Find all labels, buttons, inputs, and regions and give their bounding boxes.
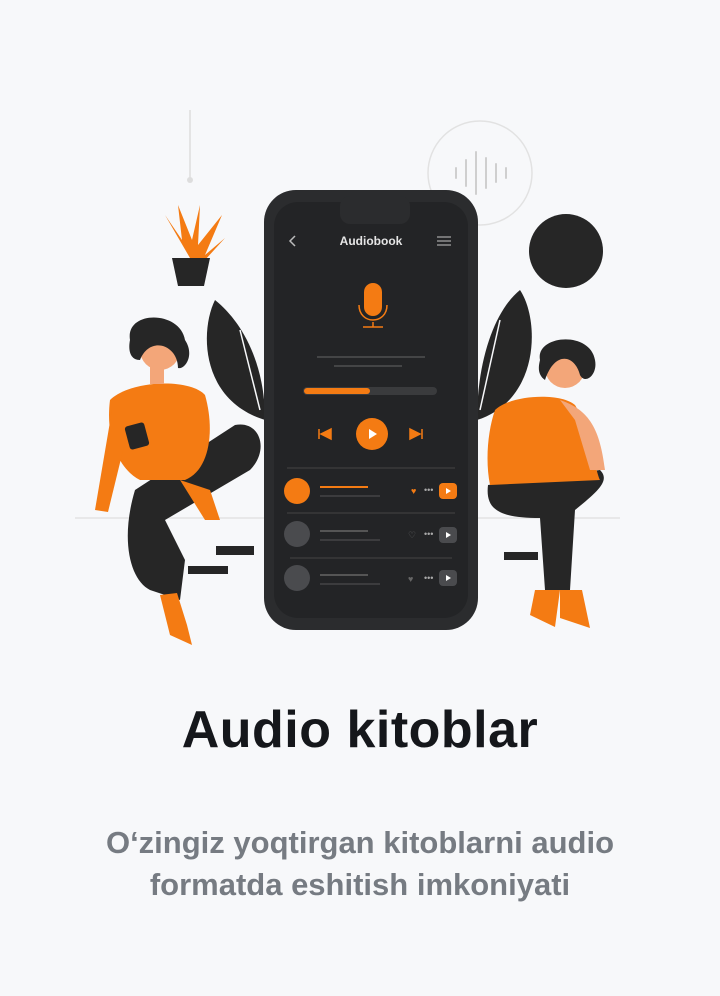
page-subtitle: O‘zingiz yoqtirgan kitoblarni audio form… [105,825,615,902]
svg-text:♥: ♥ [408,574,413,584]
svg-text:•••: ••• [424,573,433,583]
plant-pot [165,205,225,286]
svg-text:•••: ••• [424,529,433,539]
svg-text:•••: ••• [424,485,433,495]
audiobook-illustration: Audiobook ♥ ••• ♡ ••• ♥ ••• [75,110,620,645]
svg-text:♡: ♡ [408,530,416,540]
dark-circle-decoration [529,214,603,288]
svg-text:♥: ♥ [411,486,416,496]
phone-header-title: Audiobook [340,234,403,248]
page-title: Audio kitoblar [181,701,539,759]
leaf-left [206,300,265,420]
progress-fill [304,388,370,394]
phone-mockup: Audiobook ♥ ••• ♡ ••• ♥ ••• [264,190,478,630]
